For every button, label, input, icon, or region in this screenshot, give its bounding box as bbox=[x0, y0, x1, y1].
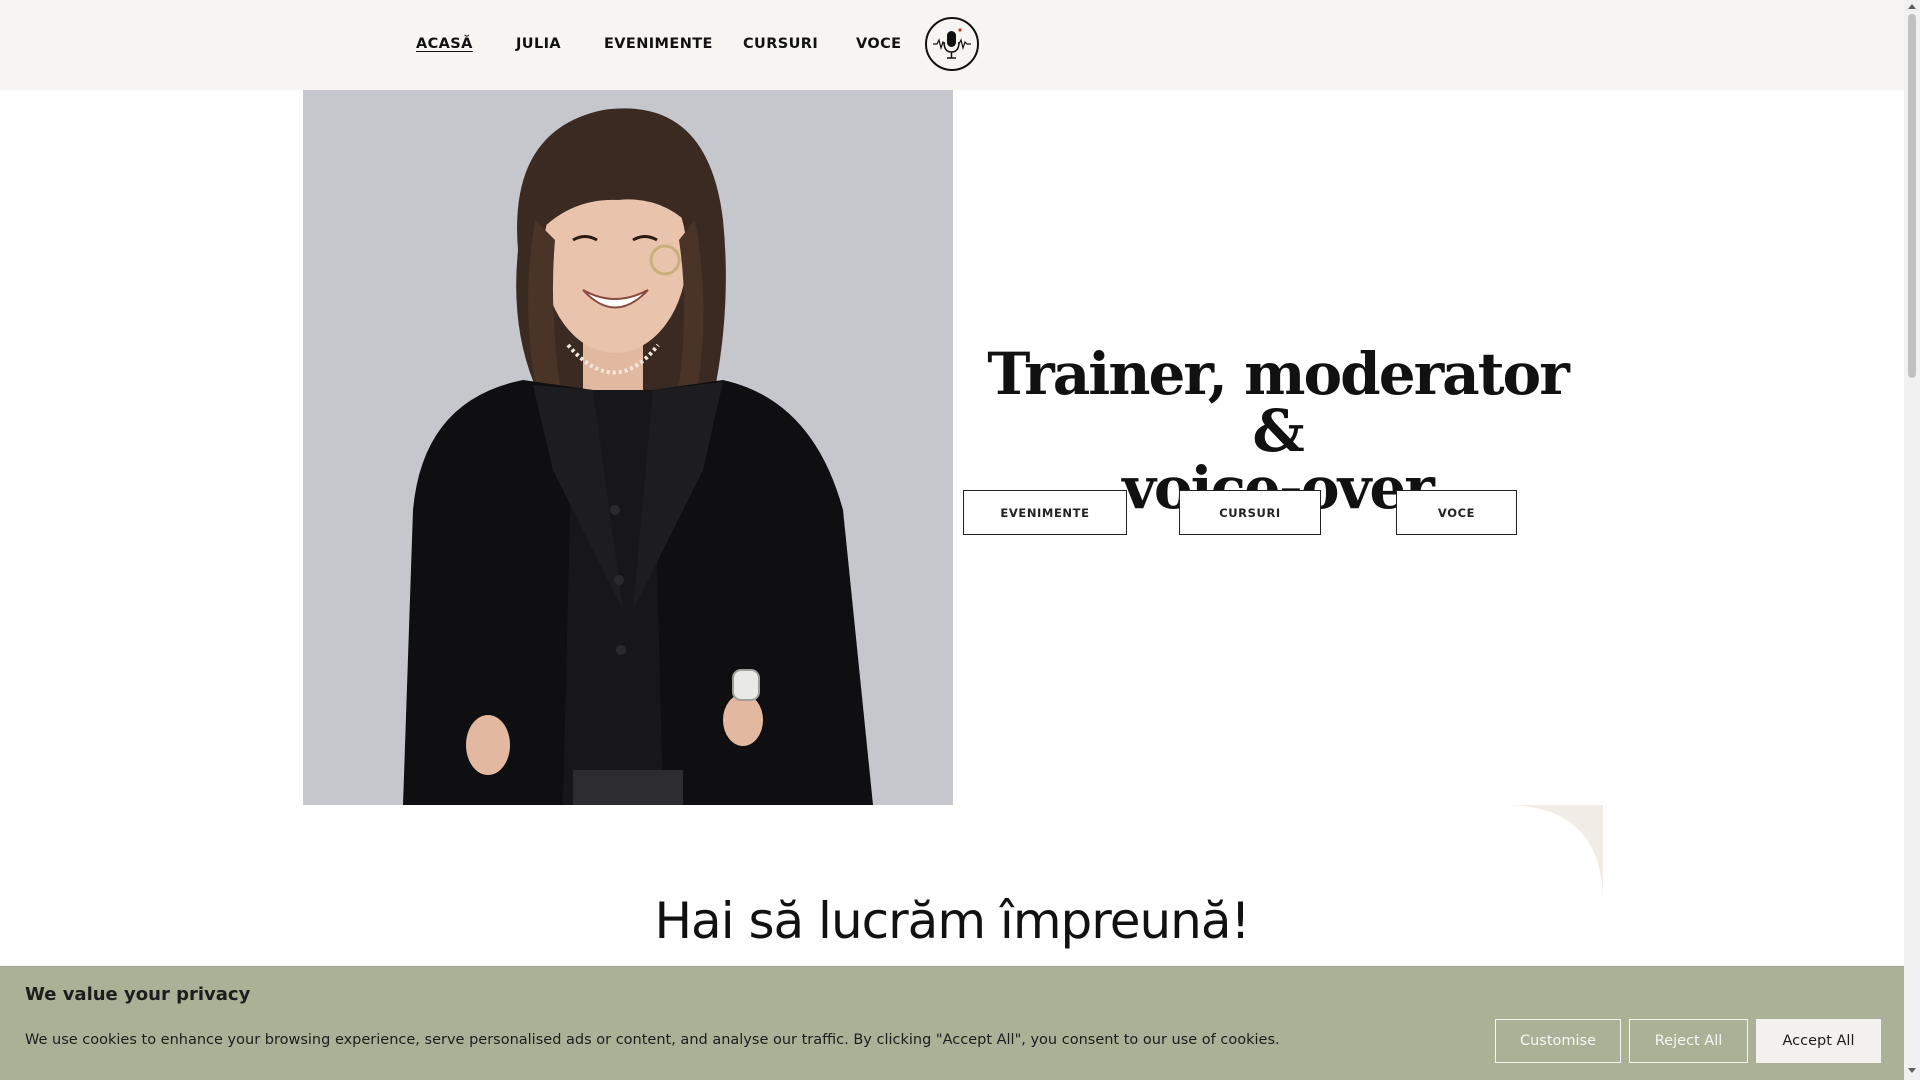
hero-button-voce[interactable]: VOCE bbox=[1396, 490, 1517, 535]
scrollbar-thumb[interactable] bbox=[1908, 14, 1916, 378]
hero-button-cursuri[interactable]: CURSURI bbox=[1179, 490, 1321, 535]
portrait-illustration bbox=[303, 90, 953, 805]
nav-item-evenimente[interactable]: EVENIMENTE bbox=[604, 36, 713, 52]
hero-portrait-photo bbox=[303, 90, 953, 805]
hero-button-evenimente[interactable]: EVENIMENTE bbox=[963, 490, 1127, 535]
scroll-up-arrow-icon[interactable] bbox=[1908, 4, 1916, 9]
cookie-title: We value your privacy bbox=[25, 984, 251, 1005]
scroll-down-arrow-icon[interactable] bbox=[1908, 1068, 1916, 1073]
cookie-reject-button[interactable]: Reject All bbox=[1629, 1019, 1748, 1063]
logo[interactable] bbox=[925, 17, 979, 71]
nav-item-julia[interactable]: JULIA bbox=[516, 36, 561, 52]
cookie-customise-button[interactable]: Customise bbox=[1495, 1019, 1621, 1063]
hero-title-line-1: Trainer, moderator & bbox=[987, 340, 1570, 465]
nav-item-voce[interactable]: VOCE bbox=[856, 36, 901, 52]
page-scrollbar[interactable] bbox=[1904, 0, 1920, 1080]
section-title: Hai să lucrăm împreună! bbox=[654, 892, 1250, 950]
cookie-accept-button[interactable]: Accept All bbox=[1756, 1019, 1881, 1063]
nav-item-cursuri[interactable]: CURSURI bbox=[743, 36, 818, 52]
microphone-soundwave-icon bbox=[933, 28, 971, 59]
decorative-corner-shape bbox=[1505, 805, 1603, 903]
cookie-text: We use cookies to enhance your browsing … bbox=[25, 1032, 1280, 1048]
site-header: ACASĂ JULIA EVENIMENTE CURSURI VOCE bbox=[0, 0, 1904, 90]
nav-item-acasa[interactable]: ACASĂ bbox=[416, 36, 473, 52]
